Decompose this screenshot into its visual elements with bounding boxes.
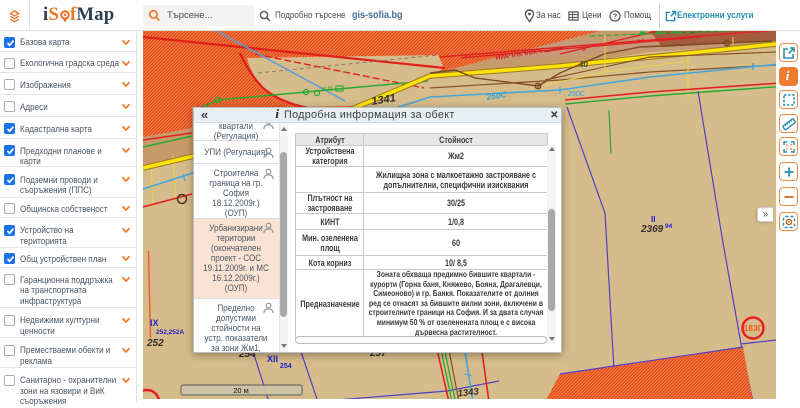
svg-text:IX: IX [150, 318, 159, 328]
svg-text:94: 94 [665, 223, 673, 230]
svg-text:20 м: 20 м [233, 386, 249, 395]
svg-text:252: 252 [146, 338, 164, 349]
svg-text:1343: 1343 [457, 386, 480, 399]
svg-text:XII: XII [267, 354, 278, 364]
svg-text:II: II [651, 215, 655, 224]
svg-text:40: 40 [579, 60, 588, 69]
svg-text:2369: 2369 [640, 224, 664, 235]
svg-text:»»: »» [636, 35, 645, 45]
svg-text:254: 254 [280, 363, 292, 370]
svg-text:252,252A: 252,252A [156, 329, 184, 336]
svg-text:183Г: 183Г [743, 323, 762, 333]
svg-text:асф: асф [322, 85, 333, 92]
svg-text:««: «« [463, 51, 472, 61]
svg-text:290С: 290С [567, 91, 586, 98]
svg-text:?: ? [613, 12, 618, 21]
